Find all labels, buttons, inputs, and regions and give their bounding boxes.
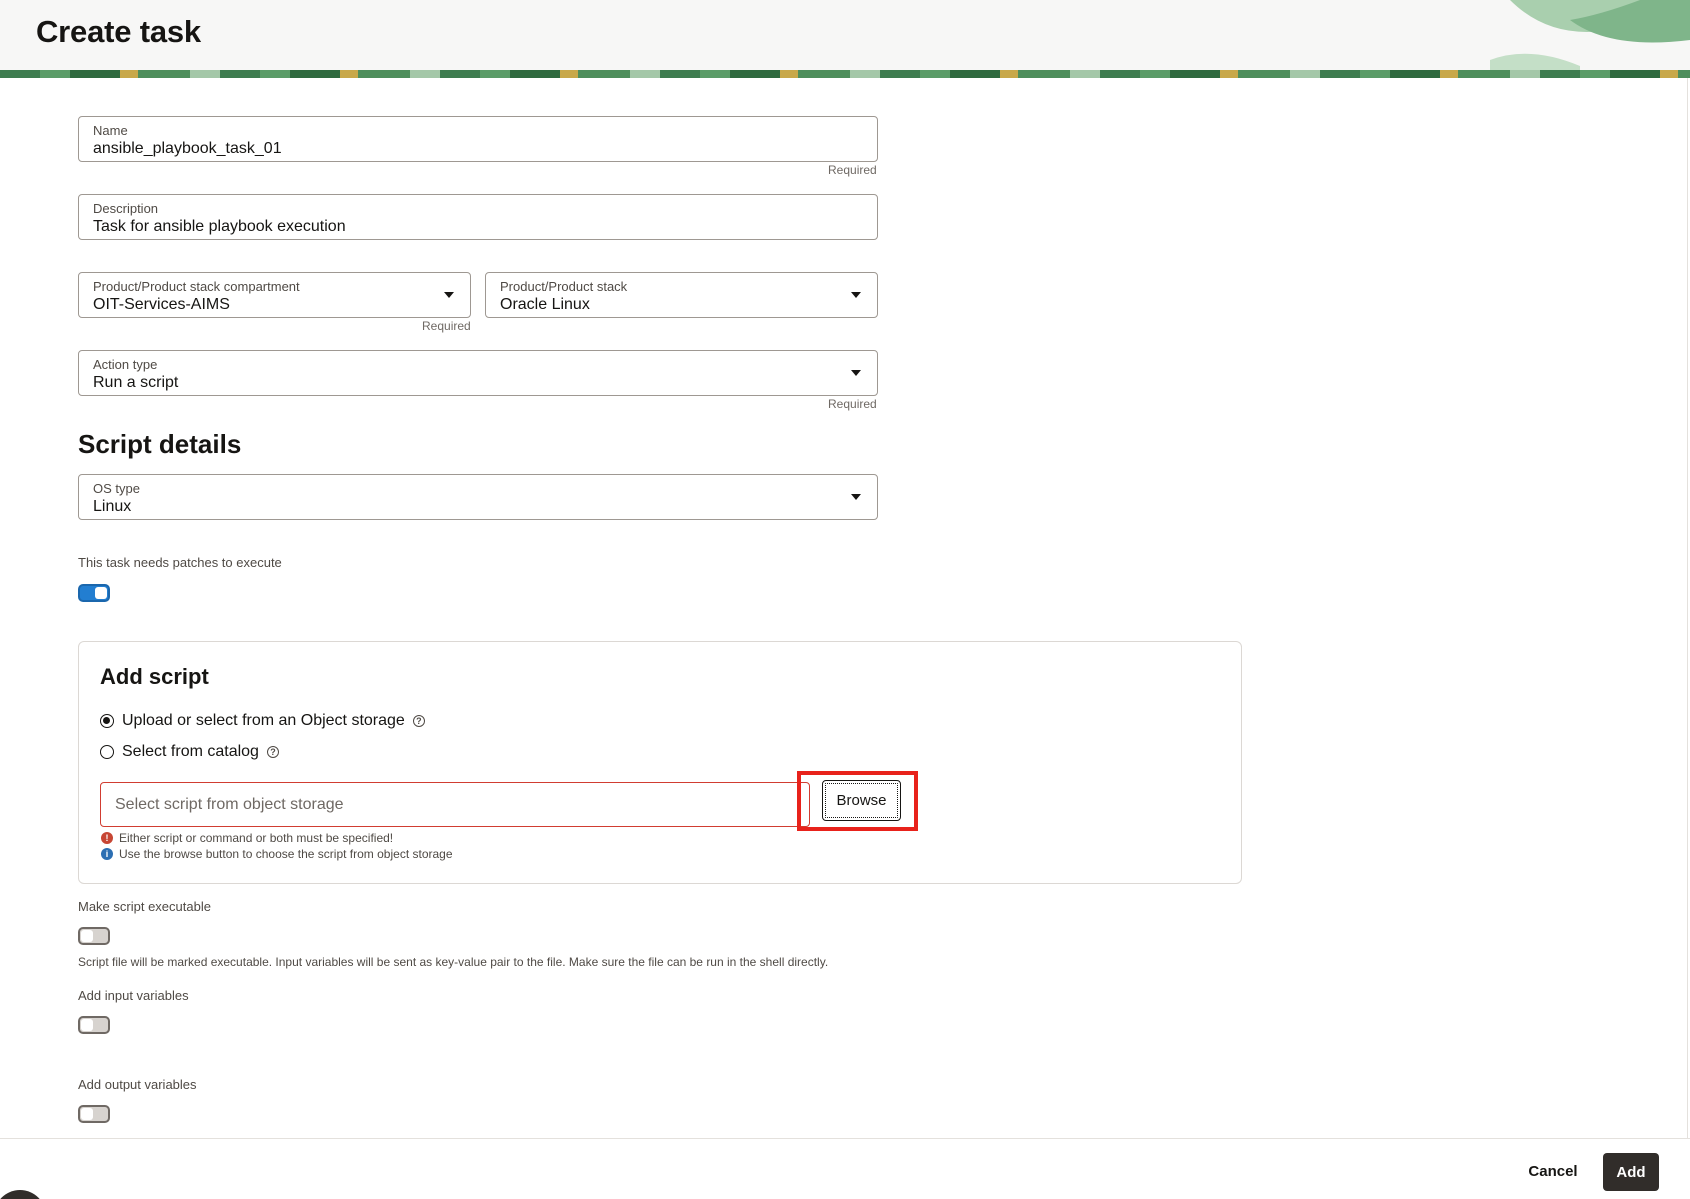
output-variables-toggle[interactable] [78,1105,110,1123]
error-message-text: Either script or command or both must be… [119,831,394,845]
help-icon[interactable]: ? [266,746,279,758]
info-message-text: Use the browse button to choose the scri… [119,847,453,861]
info-icon: i [101,848,113,860]
action-type-value: Run a script [93,374,179,391]
description-label: Description [93,201,159,216]
toggle-knob [95,587,107,599]
make-executable-label: Make script executable [78,899,211,914]
compartment-required-hint: Required [422,319,471,333]
name-input[interactable] [93,140,831,158]
action-type-label: Action type [93,357,158,372]
radio-unchecked-icon[interactable] [100,745,114,759]
chevron-down-icon [444,292,454,298]
compartment-label: Product/Product stack compartment [93,279,300,294]
chevron-down-icon [851,494,861,500]
action-type-select[interactable]: Action type Run a script [78,350,878,396]
make-executable-toggle[interactable] [78,927,110,945]
input-variables-label: Add input variables [78,988,189,1003]
toggle-knob [81,1019,93,1031]
info-message: i Use the browse button to choose the sc… [101,847,453,861]
os-type-label: OS type [93,481,140,496]
compartment-value: OIT-Services-AIMS [93,296,230,313]
chevron-down-icon [851,292,861,298]
content-divider [1687,78,1688,1138]
action-type-required-hint: Required [828,397,877,411]
name-required-hint: Required [828,163,877,177]
patches-toggle[interactable] [78,584,110,602]
add-button[interactable]: Add [1603,1153,1659,1191]
script-details-title: Script details [78,429,242,459]
script-object-storage-input[interactable] [100,782,810,827]
cancel-button[interactable]: Cancel [1518,1153,1588,1189]
toggle-knob [81,930,93,942]
radio-catalog-label: Select from catalog [122,743,259,760]
page-title: Create task [36,14,201,49]
input-variables-toggle[interactable] [78,1016,110,1034]
header-banner [0,70,1690,78]
product-stack-label: Product/Product stack [500,279,628,294]
error-message: ! Either script or command or both must … [101,831,393,845]
radio-object-storage[interactable]: Upload or select from an Object storage … [100,712,425,730]
name-field[interactable]: Name [78,116,878,162]
radio-object-storage-label: Upload or select from an Object storage [122,712,405,729]
patches-toggle-label: This task needs patches to execute [78,555,282,570]
page-footer [0,1138,1690,1199]
add-script-title: Add script [100,664,209,689]
os-type-select[interactable]: OS type Linux [78,474,878,520]
description-field[interactable]: Description [78,194,878,240]
chevron-down-icon [851,370,861,376]
page-header: Create task [0,0,1690,78]
output-variables-label: Add output variables [78,1077,197,1092]
error-icon: ! [101,832,113,844]
help-icon[interactable]: ? [412,715,425,727]
header-decoration [1490,0,1690,78]
toggle-knob [81,1108,93,1120]
product-stack-value: Oracle Linux [500,296,590,313]
radio-checked-icon[interactable] [100,714,114,728]
browse-button[interactable]: Browse [822,780,901,821]
os-type-value: Linux [93,498,132,515]
make-executable-description: Script file will be marked executable. I… [78,955,829,969]
compartment-select[interactable]: Product/Product stack compartment OIT-Se… [78,272,471,318]
name-label: Name [93,123,128,138]
description-input[interactable] [93,218,831,236]
product-stack-select[interactable]: Product/Product stack Oracle Linux [485,272,878,318]
radio-catalog[interactable]: Select from catalog ? [100,743,279,761]
